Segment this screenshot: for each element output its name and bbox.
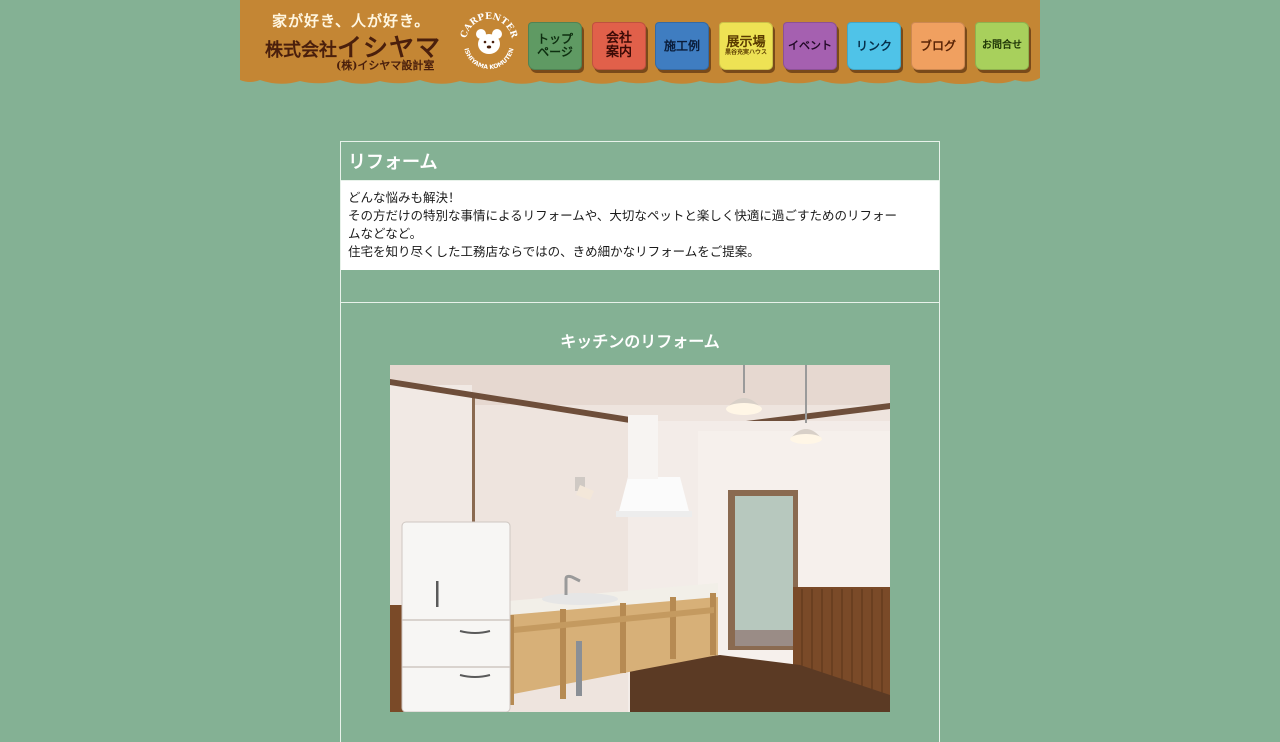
intro-line: どんな悩みも解決！	[348, 190, 461, 205]
nav-company-button[interactable]: 会社 案内	[592, 22, 646, 70]
kitchen-photo	[390, 365, 890, 712]
company-subtitle: (株)イシヤマ設計室	[336, 59, 435, 72]
nav-top-page-button[interactable]: トップ ページ	[528, 22, 582, 70]
nav-event-button[interactable]: イベント	[783, 22, 837, 70]
nav-blog-button[interactable]: ブログ	[911, 22, 965, 70]
intro-line: その方だけの特別な事情によるリフォームや、大切なペットと楽しく快適に過ごすための…	[348, 208, 898, 223]
nav-works-button[interactable]: 施工例	[655, 22, 709, 70]
nav-showroom-button[interactable]: 展示場 黒谷充実ハウス	[719, 22, 773, 70]
carpenter-badge-logo: CARPENTER ISHIYAMA KOMUTEN	[459, 12, 518, 71]
company-prefix: 株式会社	[265, 40, 337, 61]
page-title: リフォーム	[341, 142, 939, 181]
divider	[341, 270, 939, 303]
intro-line: ムなどなど。	[348, 226, 423, 241]
bear-icon	[476, 29, 502, 54]
section-title: キッチンのリフォーム	[560, 332, 720, 351]
nav-contact-button[interactable]: お問合せ	[975, 22, 1029, 70]
intro-line: 住宅を知り尽くした工務店ならではの、きめ細かなリフォームをご提案。	[348, 244, 760, 259]
nav-links-button[interactable]: リンク	[847, 22, 901, 70]
intro-text: どんな悩みも解決！ その方だけの特別な事情によるリフォームや、大切なペットと楽し…	[341, 181, 939, 270]
reform-panel: リフォーム どんな悩みも解決！ その方だけの特別な事情によるリフォームや、大切な…	[340, 141, 940, 742]
